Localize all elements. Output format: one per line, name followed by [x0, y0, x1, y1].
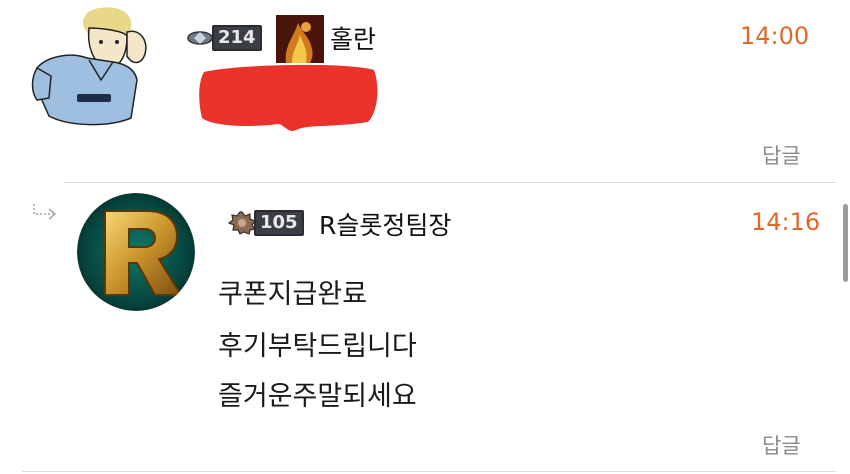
fire-portrait-icon — [276, 15, 324, 63]
comment-text-line: 후기부탁드립니다 — [218, 331, 417, 362]
comment-text-line: 쿠폰지급완료 — [218, 279, 368, 310]
user-avatar[interactable] — [77, 193, 195, 311]
level-badge: 105 — [228, 210, 304, 236]
comment-time: 14:00 — [740, 22, 810, 50]
comment-text-line: 즐거운주말되세요 — [218, 381, 417, 412]
comment-divider — [22, 471, 836, 472]
gold-letter-r-avatar-icon — [77, 193, 195, 311]
comment-time: 14:16 — [751, 208, 821, 236]
level-emblem-icon — [228, 211, 256, 235]
comment-item: 214 홀란 14:00 답글 — [0, 0, 850, 183]
level-number: 214 — [212, 25, 262, 51]
scrollbar-thumb[interactable] — [843, 204, 848, 282]
reply-button[interactable]: 답글 — [762, 430, 801, 460]
reply-arrow-icon — [31, 202, 59, 222]
level-number: 105 — [254, 210, 304, 236]
reply-button[interactable]: 답글 — [762, 140, 801, 170]
user-avatar[interactable] — [27, 6, 153, 126]
comment-divider — [64, 182, 836, 183]
nickname[interactable]: 홀란 — [330, 20, 376, 56]
level-badge: 214 — [186, 25, 262, 51]
cartoon-player-avatar-icon — [31, 7, 147, 126]
comment-reply-item: 105 R슬롯정팀장 14:16 쿠폰지급완료 후기부탁드립니다 즐거운주말되세… — [0, 184, 850, 472]
redacted-comment-text — [198, 62, 378, 132]
nickname[interactable]: R슬롯정팀장 — [319, 206, 451, 242]
level-emblem-icon — [187, 31, 213, 45]
